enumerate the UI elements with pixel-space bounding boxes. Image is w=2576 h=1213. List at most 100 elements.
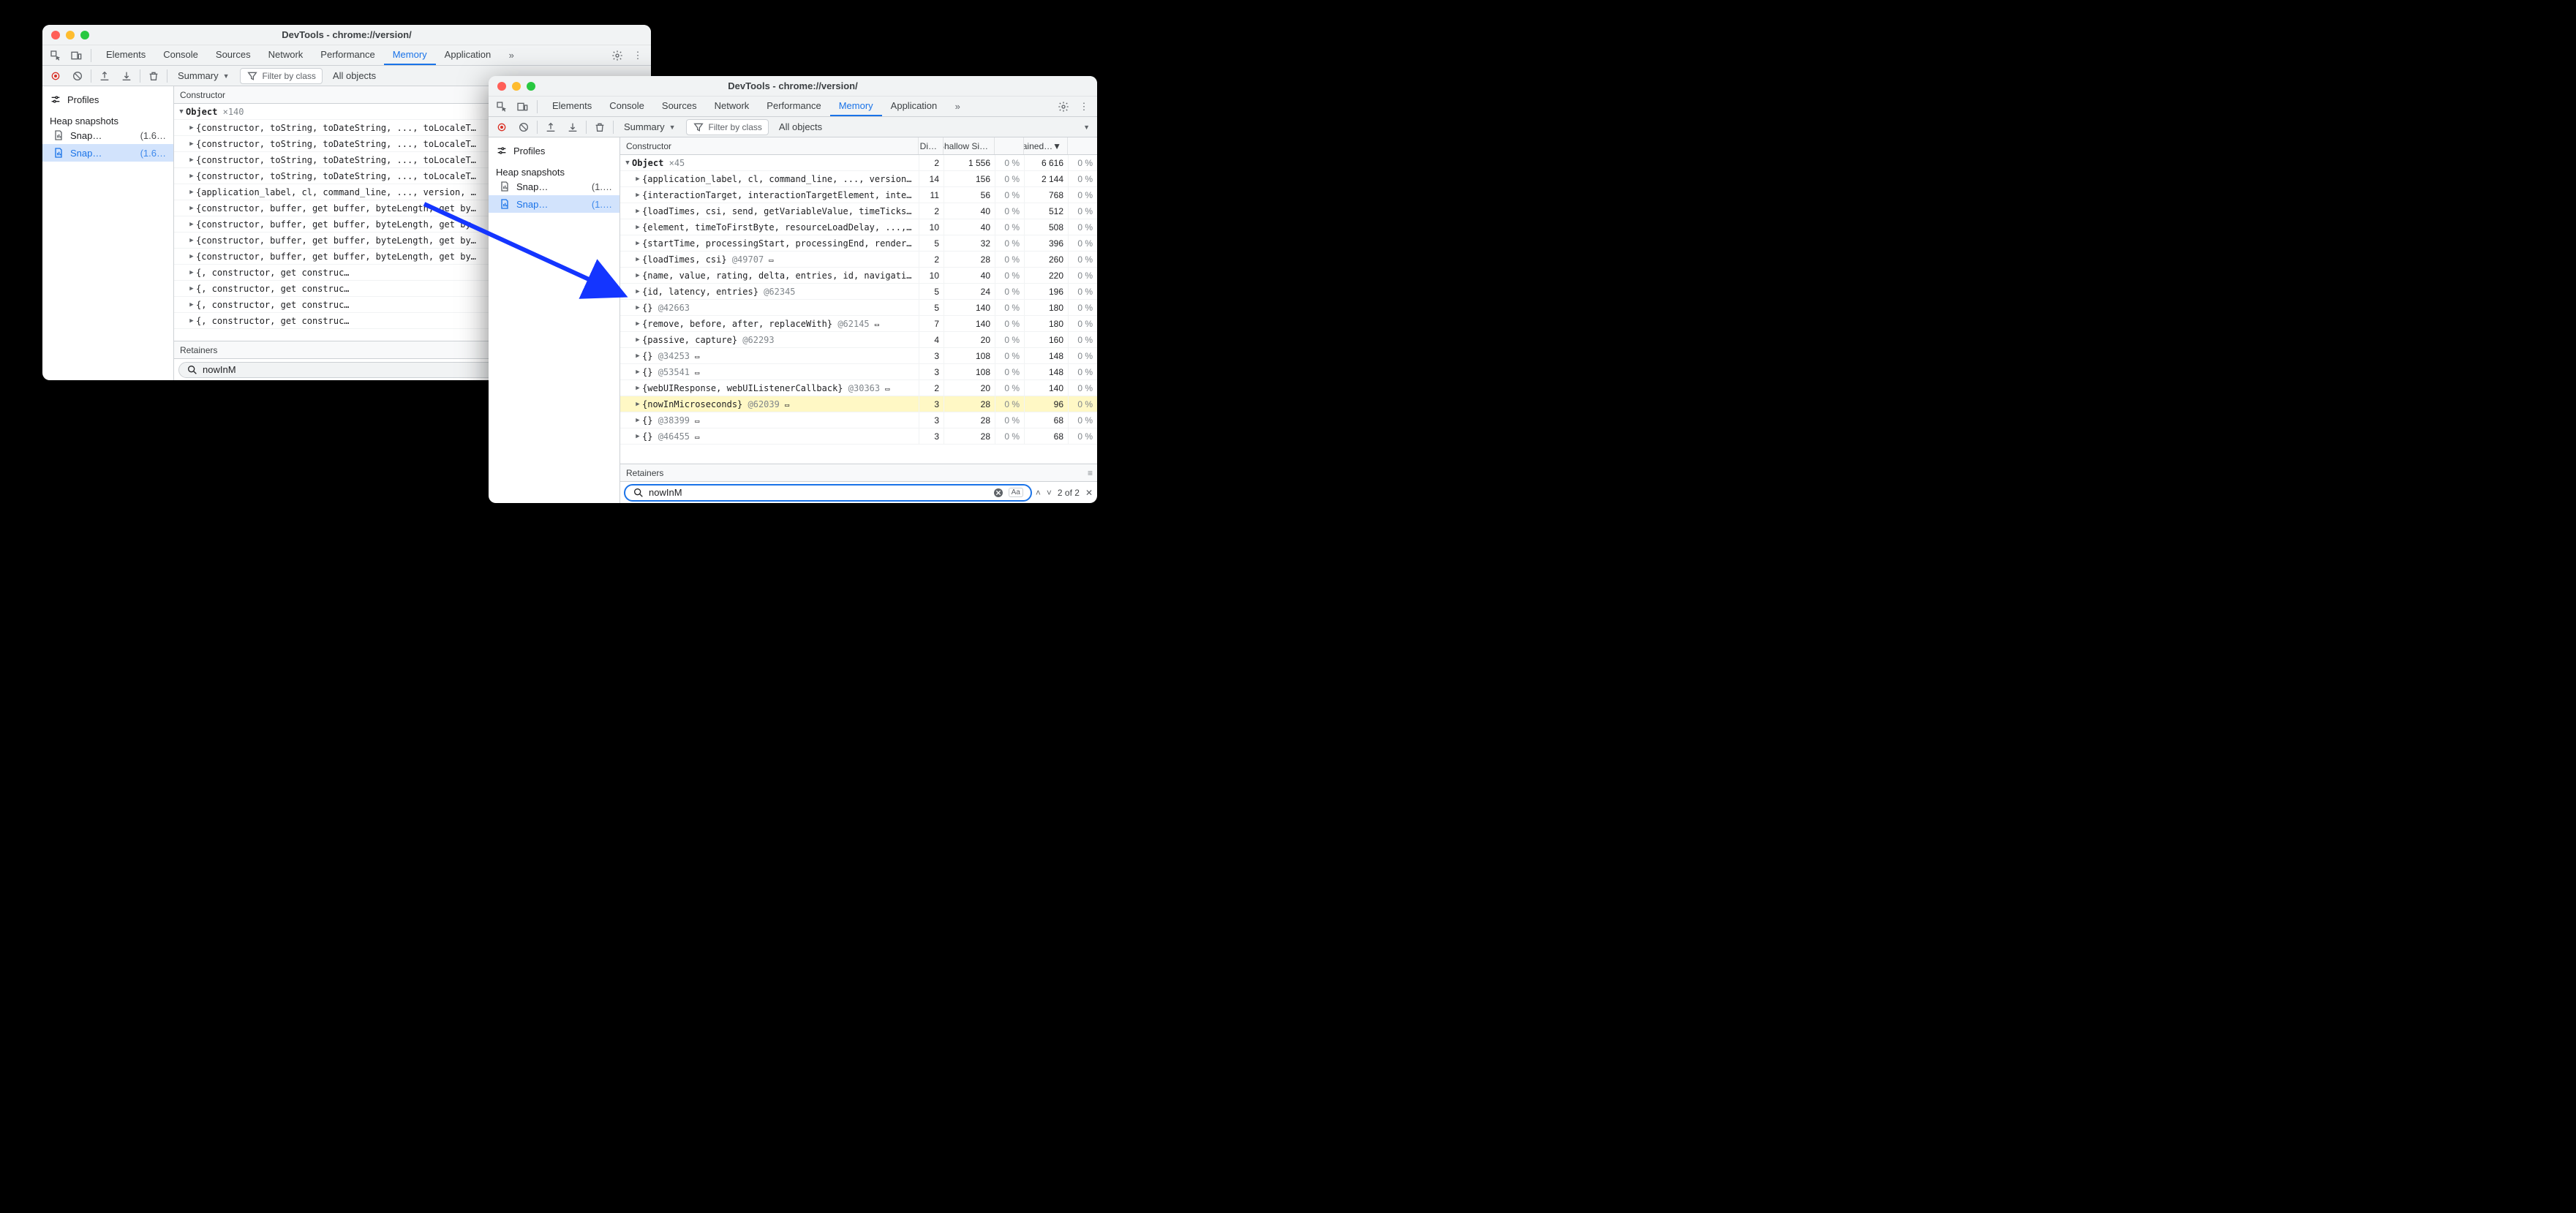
view-dropdown[interactable]: Summary ▼	[172, 69, 236, 83]
tab-application[interactable]: Application	[882, 97, 946, 116]
heap-object-row[interactable]: {} @34253 ▭31080 %1480 %	[620, 348, 1097, 364]
scope-dropdown[interactable]: All objects	[773, 120, 828, 134]
col-distance[interactable]: Di…	[919, 137, 944, 154]
class-filter-input[interactable]: Filter by class	[240, 68, 323, 84]
clear-search-icon[interactable]	[993, 487, 1004, 499]
tab-console[interactable]: Console	[600, 97, 653, 116]
load-icon[interactable]	[542, 118, 560, 136]
snapshot-item[interactable]: Snap…(1.…	[489, 195, 619, 213]
heap-object-row[interactable]: {passive, capture} @622934200 %1600 %	[620, 332, 1097, 348]
heap-object-row[interactable]: {interactionTarget, interactionTargetEle…	[620, 187, 1097, 203]
tab-performance[interactable]: Performance	[312, 45, 383, 65]
heap-object-row[interactable]: {element, timeToFirstByte, resourceLoadD…	[620, 219, 1097, 235]
heap-object-row[interactable]: {name, value, rating, delta, entries, id…	[620, 268, 1097, 284]
clear-icon[interactable]	[69, 67, 86, 85]
settings-gear-icon[interactable]	[1055, 98, 1072, 116]
class-filter-input[interactable]: Filter by class	[686, 119, 769, 135]
inspect-element-icon[interactable]	[493, 98, 511, 116]
tab-console[interactable]: Console	[154, 45, 207, 65]
record-icon[interactable]	[493, 118, 511, 136]
more-tabs-icon[interactable]: »	[502, 47, 520, 64]
hamburger-icon[interactable]: ≡	[1088, 468, 1093, 478]
prev-match-icon[interactable]: ˄	[1036, 488, 1041, 498]
close-search-icon[interactable]: ✕	[1085, 488, 1093, 498]
main-tabs: ElementsConsoleSourcesNetworkPerformance…	[489, 97, 1097, 117]
search-input[interactable]	[649, 487, 988, 498]
view-dropdown-label: Summary	[624, 121, 665, 132]
heap-object-row[interactable]: {loadTimes, csi} @49707 ▭2280 %2600 %	[620, 252, 1097, 268]
search-input-wrapper[interactable]: Aa	[625, 485, 1031, 501]
window-title: DevTools - chrome://version/	[489, 80, 1097, 91]
gc-icon[interactable]	[591, 118, 609, 136]
more-tabs-icon[interactable]: »	[949, 98, 966, 116]
close-window-button[interactable]	[51, 31, 60, 39]
minimize-window-button[interactable]	[512, 82, 521, 91]
tab-sources[interactable]: Sources	[653, 97, 706, 116]
heap-object-row[interactable]: {remove, before, after, replaceWith} @62…	[620, 316, 1097, 332]
heap-object-row[interactable]: {application_label, cl, command_line, ..…	[620, 171, 1097, 187]
heap-object-row[interactable]: {nowInMicroseconds} @62039 ▭3280 %960 %	[620, 396, 1097, 412]
main-tabs: ElementsConsoleSourcesNetworkPerformance…	[42, 45, 651, 66]
zoom-window-button[interactable]	[80, 31, 89, 39]
device-toolbar-icon[interactable]	[67, 47, 85, 64]
tab-memory[interactable]: Memory	[384, 45, 436, 65]
heap-object-row[interactable]: {} @46455 ▭3280 %680 %	[620, 428, 1097, 445]
filter-icon	[693, 121, 704, 133]
profiles-heading-row: Profiles	[489, 142, 619, 159]
device-toolbar-icon[interactable]	[513, 98, 531, 116]
save-icon[interactable]	[118, 67, 135, 85]
record-icon[interactable]	[47, 67, 64, 85]
col-shallow-pct[interactable]	[995, 137, 1024, 154]
profiles-sidebar: Profiles Heap snapshots Snap…(1.6…Snap…(…	[42, 86, 174, 380]
retainers-header[interactable]: Retainers ≡	[620, 464, 1097, 481]
search-icon	[187, 364, 198, 376]
next-match-icon[interactable]: ˅	[1047, 488, 1052, 498]
heap-object-row[interactable]: {webUIResponse, webUIListenerCallback} @…	[620, 380, 1097, 396]
snapshot-item[interactable]: Snap…(1.6…	[42, 126, 173, 144]
snapshot-item[interactable]: Snap…(1.6…	[42, 144, 173, 162]
tab-elements[interactable]: Elements	[97, 45, 154, 65]
object-root-row[interactable]: Object ×4521 5560 %6 6160 %	[620, 155, 1097, 171]
kebab-menu-icon[interactable]: ⋮	[629, 47, 647, 64]
settings-gear-icon[interactable]	[609, 47, 626, 64]
load-icon[interactable]	[96, 67, 113, 85]
tab-application[interactable]: Application	[436, 45, 500, 65]
tab-memory[interactable]: Memory	[830, 97, 882, 116]
heap-object-row[interactable]: {startTime, processingStart, processingE…	[620, 235, 1097, 252]
view-dropdown[interactable]: Summary ▼	[618, 120, 682, 134]
profiles-heading: Profiles	[67, 94, 99, 105]
snapshot-icon	[499, 181, 511, 192]
tab-network[interactable]: Network	[260, 45, 312, 65]
clear-icon[interactable]	[515, 118, 532, 136]
tab-network[interactable]: Network	[706, 97, 758, 116]
heap-object-row[interactable]: {} @4266351400 %1800 %	[620, 300, 1097, 316]
kebab-menu-icon[interactable]: ⋮	[1075, 98, 1093, 116]
match-case-icon[interactable]: Aa	[1009, 488, 1023, 497]
snapshot-label: Snap…	[70, 148, 135, 159]
snapshot-item[interactable]: Snap…(1.…	[489, 178, 619, 195]
inspect-element-icon[interactable]	[47, 47, 64, 64]
minimize-window-button[interactable]	[66, 31, 75, 39]
scope-dropdown[interactable]: All objects	[327, 69, 382, 83]
close-window-button[interactable]	[497, 82, 506, 91]
devtools-window-2: DevTools - chrome://version/ ElementsCon…	[489, 76, 1097, 503]
gc-icon[interactable]	[145, 67, 162, 85]
tab-elements[interactable]: Elements	[543, 97, 600, 116]
col-retained-pct[interactable]	[1068, 137, 1097, 154]
heap-object-row[interactable]: {id, latency, entries} @623455240 %1960 …	[620, 284, 1097, 300]
memory-toolbar: Summary ▼ Filter by class All objects ▼	[489, 117, 1097, 137]
tab-sources[interactable]: Sources	[207, 45, 260, 65]
save-icon[interactable]	[564, 118, 581, 136]
col-shallow[interactable]: Shallow Si…	[944, 137, 995, 154]
heap-object-row[interactable]: {} @53541 ▭31080 %1480 %	[620, 364, 1097, 380]
scope-dropdown-label: All objects	[333, 70, 376, 81]
zoom-window-button[interactable]	[527, 82, 535, 91]
titlebar: DevTools - chrome://version/	[489, 76, 1097, 97]
heap-object-row[interactable]: {} @38399 ▭3280 %680 %	[620, 412, 1097, 428]
col-retained[interactable]: Retained…▼	[1024, 137, 1068, 154]
heap-object-row[interactable]: {loadTimes, csi, send, getVariableValue,…	[620, 203, 1097, 219]
col-constructor[interactable]: Constructor	[620, 137, 919, 154]
chevron-down-icon[interactable]: ▼	[1083, 124, 1093, 131]
tab-performance[interactable]: Performance	[758, 97, 829, 116]
profiles-sidebar: Profiles Heap snapshots Snap…(1.…Snap…(1…	[489, 137, 620, 503]
